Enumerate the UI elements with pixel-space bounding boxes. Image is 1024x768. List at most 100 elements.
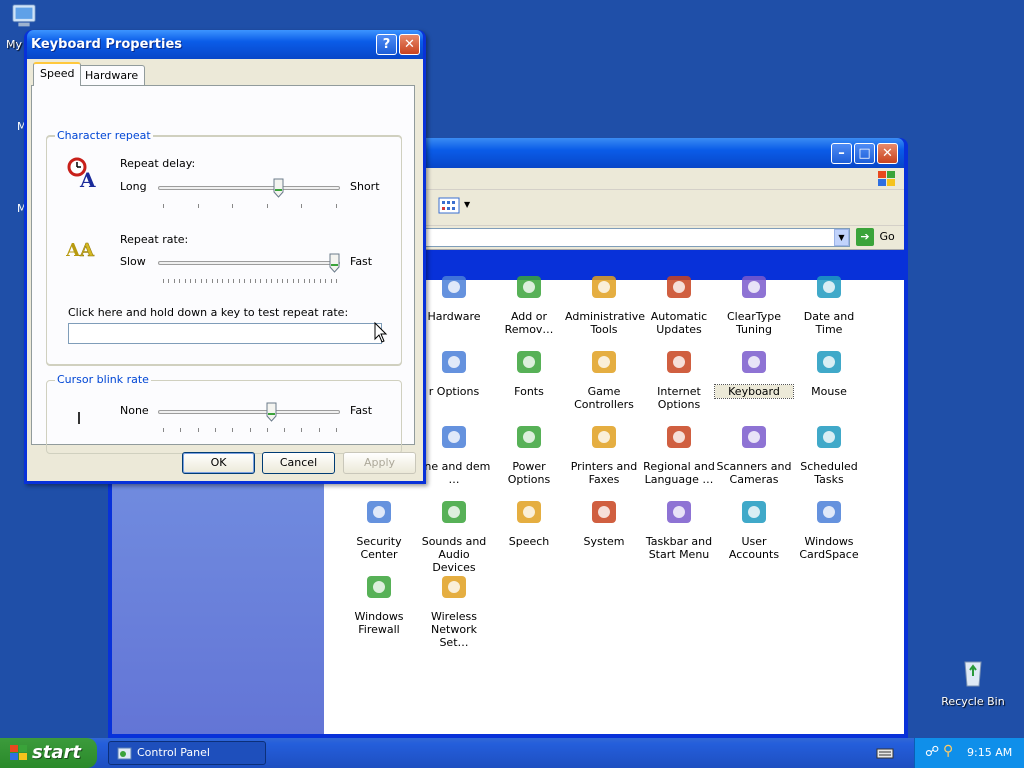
admin-tools-icon [592, 276, 616, 298]
slider-tick [232, 428, 234, 432]
cp-item-game-controllers[interactable]: Game Controllers [565, 346, 643, 411]
cp-item-system[interactable]: System [565, 496, 643, 548]
tab-hardware[interactable]: Hardware [78, 65, 146, 85]
cp-item-label: Speech [508, 535, 550, 548]
cp-item-user-accounts[interactable]: User Accounts [715, 496, 793, 561]
speech-icon [517, 501, 541, 523]
cursor-blink-ticks [163, 428, 337, 432]
cp-item-cleartype-tuning[interactable]: ClearType Tuning [715, 271, 793, 336]
slider-tick [232, 204, 234, 208]
cp-item-label: Wireless Network Set… [430, 610, 478, 649]
windows-logo-icon [878, 171, 895, 186]
cp-item-date-and-time[interactable]: Date and Time [790, 271, 868, 336]
cp-item-label: Security Center [356, 535, 402, 561]
cp-item-automatic-updates[interactable]: Automatic Updates [640, 271, 718, 336]
slider-tick [325, 279, 327, 283]
mouse-icon [817, 351, 841, 373]
slider-tick [163, 279, 164, 283]
cp-item-speech[interactable]: Speech [490, 496, 568, 548]
repeat-rate-ticks [163, 279, 337, 283]
cp-item-windows-firewall[interactable]: Windows Firewall [340, 571, 418, 636]
cp-item-security-center[interactable]: Security Center [340, 496, 418, 561]
address-dropdown-button[interactable]: ▼ [834, 229, 849, 246]
desktop-icon-label: Recycle Bin [941, 695, 1005, 708]
cp-item-scanners-and-cameras[interactable]: Scanners and Cameras [715, 421, 793, 486]
slider-tick [173, 279, 175, 283]
firewall-icon [367, 576, 391, 598]
taskbar-item-control-panel[interactable]: Control Panel [108, 741, 266, 765]
cp-item-internet-options[interactable]: Internet Options [640, 346, 718, 411]
repeat-delay-slider[interactable] [273, 178, 284, 198]
close-button[interactable]: ✕ [399, 34, 420, 55]
close-icon: ✕ [404, 37, 415, 52]
cancel-button[interactable]: Cancel [262, 452, 335, 474]
cp-item-wireless-network-set[interactable]: Wireless Network Set… [415, 571, 493, 649]
cp-item-hardware[interactable]: Hardware [415, 271, 493, 323]
desktop-icon-recycle-bin[interactable]: Recycle Bin [938, 656, 1008, 708]
cursor-preview-icon [78, 412, 80, 424]
system-tray: ☍ ⚲ 9:15 AM [914, 738, 1024, 768]
cursor-blink-slider[interactable] [266, 402, 277, 422]
maximize-button[interactable]: □ [854, 143, 875, 164]
cp-item-label: System [583, 535, 625, 548]
slider-tick [266, 428, 268, 432]
wireless-icon [442, 576, 466, 598]
windows-flag-icon [10, 745, 27, 760]
cp-item-label: Mouse [811, 385, 847, 398]
cp-item-taskbar-and-start-menu[interactable]: Taskbar and Start Menu [640, 496, 718, 561]
close-button[interactable]: ✕ [877, 143, 898, 164]
slider-tick [292, 279, 294, 283]
cp-item-label: User Accounts [728, 535, 780, 561]
slider-tick [249, 428, 251, 432]
slider-tick [217, 279, 219, 283]
search-icon[interactable]: ⚲ [943, 743, 953, 759]
cp-item-mouse[interactable]: Mouse [790, 346, 868, 398]
cp-item-administrative-tools[interactable]: Administrative Tools [565, 271, 645, 336]
cp-item-label: one and dem … [417, 460, 491, 486]
repeat-rate-slider[interactable] [329, 253, 340, 273]
slider-tick [163, 204, 164, 208]
dialog-titlebar[interactable]: Keyboard Properties ? ✕ [27, 30, 423, 59]
cp-item-label: Keyboard [714, 384, 794, 399]
cp-item-keyboard[interactable]: Keyboard [714, 346, 794, 399]
help-button[interactable]: ? [376, 34, 397, 55]
slider-tick [281, 279, 283, 283]
views-button[interactable]: ▼ [438, 196, 474, 220]
repeat-rate-label: Repeat rate: [120, 233, 189, 246]
cp-item-power-options[interactable]: Power Options [490, 421, 568, 486]
slider-tick [197, 428, 199, 432]
tab-label: Speed [40, 67, 75, 80]
cp-item-fonts[interactable]: Fonts [490, 346, 568, 398]
cp-item-label: Printers and Faxes [570, 460, 638, 486]
tab-speed[interactable]: Speed [33, 62, 82, 86]
cp-item-one-and-dem[interactable]: one and dem … [415, 421, 493, 486]
apply-button[interactable]: Apply [343, 452, 416, 474]
cardspace-icon [817, 501, 841, 523]
clock-time[interactable]: 9:15 AM [967, 746, 1012, 759]
recycle-bin-icon [964, 661, 982, 687]
cp-item-scheduled-tasks[interactable]: Scheduled Tasks [790, 421, 868, 486]
cp-item-windows-cardspace[interactable]: Windows CardSpace [790, 496, 868, 561]
keyboard-properties-dialog: Keyboard Properties ? ✕ Speed Hardware C… [24, 30, 426, 484]
keyboard-language-icon[interactable] [876, 746, 894, 760]
cp-item-sounds-and-audio-devices[interactable]: Sounds and Audio Devices [415, 496, 493, 574]
cp-item-regional-and-language[interactable]: Regional and Language … [640, 421, 718, 486]
slider-tick [206, 279, 208, 283]
network-icon[interactable]: ☍ [925, 744, 939, 760]
cp-item-add-or-remov[interactable]: Add or Remov… [490, 271, 568, 336]
go-button[interactable]: ➔ Go [856, 228, 900, 248]
ok-button[interactable]: OK [182, 452, 255, 474]
slider-tick [336, 279, 337, 283]
start-button[interactable]: start [0, 738, 97, 768]
minimize-button[interactable]: – [831, 143, 852, 164]
slider-tick [184, 279, 186, 283]
test-repeat-input[interactable] [68, 323, 382, 344]
cp-item-label: Date and Time [803, 310, 855, 336]
cp-item-printers-and-faxes[interactable]: Printers and Faxes [565, 421, 643, 486]
cp-item-r-options[interactable]: r Options [415, 346, 493, 398]
cp-item-label: Windows Firewall [354, 610, 404, 636]
cursor-blink-track [158, 410, 340, 414]
slider-tick [249, 279, 251, 283]
system-icon [592, 501, 616, 523]
slider-tick [179, 279, 181, 283]
